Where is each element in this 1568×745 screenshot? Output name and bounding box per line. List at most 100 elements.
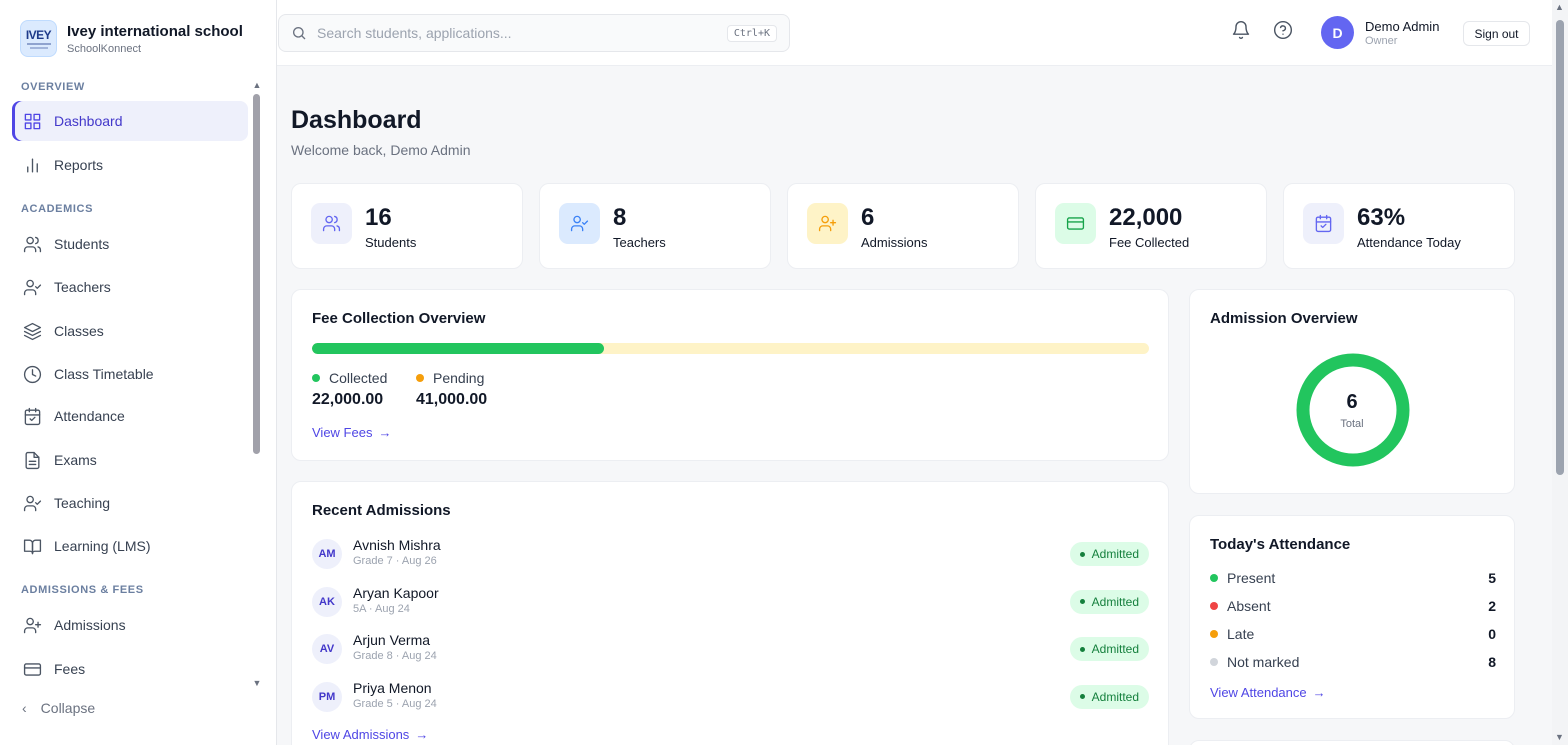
view-attendance-link[interactable]: View Attendance → [1210,685,1326,700]
stat-card-fee-collected[interactable]: 22,000 Fee Collected [1035,183,1267,269]
layers-icon [23,322,42,340]
student-meta: Grade 5 · Aug 24 [353,697,437,710]
avatar: AV [312,634,342,664]
sidebar-scrollbar[interactable]: ▲ ▼ [252,80,262,690]
scroll-down-icon[interactable]: ▼ [252,678,262,688]
stat-card-admissions[interactable]: 6 Admissions [787,183,1019,269]
school-name: Ivey international school [67,22,243,40]
status-badge: Admitted [1069,684,1149,709]
collapse-button[interactable]: ‹ Collapse [22,700,95,716]
search-input[interactable]: Search students, applications... Ctrl+K [278,14,790,52]
page-scrollbar[interactable]: ▲ ▼ [1552,0,1568,745]
attendance-row: Present 5 [1210,568,1496,588]
avatar: PM [312,681,342,712]
stat-icon-wrap [1055,203,1096,244]
avatar: AM [312,539,342,569]
admission-row[interactable]: AM Avnish Mishra Grade 7 · Aug 26 Admitted [312,537,1149,573]
collapse-label: Collapse [40,700,96,716]
sidebar-item-classes[interactable]: Classes [12,311,248,351]
sidebar-item-attendance[interactable]: Attendance [12,396,248,436]
stat-label: Fee Collected [1109,235,1190,250]
attendance-count: 5 [1488,570,1496,586]
arrow-right-icon: → [415,727,429,742]
stat-icon-wrap [1303,203,1344,244]
status-dot [1210,574,1218,582]
user-plus-icon [23,617,42,633]
avatar[interactable]: D [1321,16,1354,49]
admission-row[interactable]: AV Arjun Verma Grade 8 · Aug 24 Admitted [312,632,1149,668]
view-admissions-link[interactable]: View Admissions → [312,727,428,742]
stat-label: Attendance Today [1357,235,1461,250]
sidebar-item-fees[interactable]: Fees [12,649,248,689]
user-check-icon [570,215,589,232]
attendance-label: Not marked [1227,654,1300,670]
app-name: SchoolKonnect [67,42,141,55]
student-meta: 5A · Aug 24 [353,602,410,615]
status-dot [1210,658,1218,666]
sidebar-item-exams[interactable]: Exams [12,440,248,480]
status-badge: Admitted [1069,637,1149,661]
sidebar-item-label: Teaching [54,495,111,511]
view-fees-link[interactable]: View Fees → [312,425,391,440]
legend-label: Collected [329,370,388,386]
admission-row[interactable]: PM Priya Menon Grade 5 · Aug 24 Admitted [312,680,1149,716]
stat-card-attendance-today[interactable]: 63% Attendance Today [1283,183,1515,269]
user-info[interactable]: Demo Admin Owner [1365,19,1439,47]
bell-icon[interactable] [1231,20,1251,40]
sidebar-item-class-timetable[interactable]: Class Timetable [12,354,248,394]
sidebar-item-learning-lms[interactable]: Learning (LMS) [12,526,248,566]
user-plus-icon [818,215,837,232]
arrow-right-icon: → [378,425,392,440]
page-title: Dashboard [291,106,422,134]
stat-card-teachers[interactable]: 8 Teachers [539,183,771,269]
avatar: AK [312,586,342,617]
status-dot [1210,602,1218,610]
card-title: Fee Collection Overview [312,310,486,327]
collected-value: 22,000.00 [312,391,384,408]
sidebar-item-label: Teachers [54,279,111,295]
credit-card-icon [23,662,42,676]
sidebar-item-label: Dashboard [54,113,123,129]
page-scroll-thumb[interactable] [1556,20,1564,475]
help-icon[interactable] [1273,20,1293,40]
stat-label: Admissions [861,235,928,250]
fee-progress-fill [312,343,605,354]
attendance-count: 0 [1488,626,1496,642]
attendance-count: 2 [1488,598,1496,614]
user-check-icon [23,495,42,511]
attendance-count: 8 [1488,654,1496,670]
calendar-check-icon [24,407,41,425]
user-check-icon [23,279,42,295]
stat-card-students[interactable]: 16 Students [291,183,523,269]
sidebar-item-students[interactable]: Students [12,224,248,264]
student-name: Avnish Mishra [353,537,441,553]
sign-out-button[interactable]: Sign out [1463,21,1530,46]
sidebar-item-label: Admissions [54,617,126,633]
scroll-down-icon[interactable]: ▼ [1555,732,1564,742]
scroll-up-icon[interactable]: ▲ [252,80,262,90]
attendance-label: Late [1227,626,1255,642]
section-label-admissions-fees: ADMISSIONS & FEES [21,584,144,596]
sidebar-item-reports[interactable]: Reports [12,145,248,185]
sidebar-item-dashboard[interactable]: Dashboard [12,101,248,141]
status-badge: Admitted [1069,542,1149,566]
admission-row[interactable]: AK Aryan Kapoor 5A · Aug 24 Admitted [312,585,1149,621]
fee-collection-card: Fee Collection Overview Collected Pendin… [291,289,1169,461]
users-icon [322,215,341,232]
sidebar-item-teachers[interactable]: Teachers [12,267,248,307]
chevron-left-icon: ‹ [22,700,27,716]
sidebar-item-admissions[interactable]: Admissions [12,605,248,645]
status-dot [1210,630,1218,638]
donut-total-label: Total [1340,418,1364,430]
stat-value: 22,000 [1109,204,1183,231]
arrow-right-icon: → [1312,685,1326,700]
book-open-icon [23,538,42,554]
sidebar-item-teaching[interactable]: Teaching [12,483,248,523]
sidebar-scroll-thumb[interactable] [253,94,260,454]
stat-label: Students [365,235,417,250]
scroll-up-icon[interactable]: ▲ [1555,2,1564,12]
brand[interactable]: IVEY Ivey international school SchoolKon… [20,20,243,57]
legend-pending: Pending [416,370,484,386]
card-title: Admission Overview [1210,310,1358,327]
school-logo: IVEY [20,20,57,57]
